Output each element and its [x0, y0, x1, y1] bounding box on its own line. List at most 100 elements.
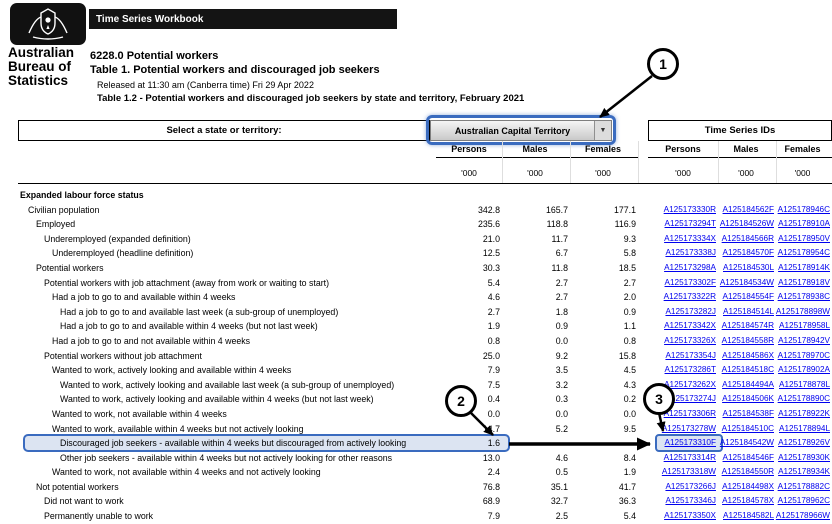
- value-males: 0.0: [555, 408, 568, 419]
- timeseries-id-link-persons[interactable]: A125173298A: [664, 261, 716, 276]
- timeseries-id-link-persons[interactable]: A125173294T: [665, 217, 716, 232]
- state-dropdown-value: Australian Capital Territory: [454, 125, 571, 136]
- timeseries-id-link-persons[interactable]: A125173354J: [665, 349, 716, 364]
- timeseries-id-link-persons[interactable]: A125173314R: [664, 451, 716, 466]
- timeseries-id-link-females[interactable]: A125178922K: [778, 407, 830, 422]
- state-dropdown[interactable]: Australian Capital Territory ▼: [430, 120, 612, 141]
- timeseries-id-link-persons[interactable]: A125173310F: [665, 436, 716, 451]
- timeseries-id-link-females[interactable]: A125178958L: [779, 319, 830, 334]
- timeseries-id-link-males[interactable]: A125184506K: [722, 392, 774, 407]
- row-label: Permanently unable to work: [44, 511, 154, 522]
- timeseries-id-link-persons[interactable]: A125173342X: [664, 319, 716, 334]
- timeseries-id-link-persons[interactable]: A125173302F: [665, 276, 716, 291]
- timeseries-id-link-persons[interactable]: A125173338J: [665, 246, 716, 261]
- value-persons: 68.9: [482, 496, 500, 507]
- timeseries-id-link-males[interactable]: A125184542W: [720, 436, 774, 451]
- value-persons: 7.9: [487, 511, 500, 522]
- timeseries-id-link-males[interactable]: A125184514L: [723, 305, 774, 320]
- timeseries-id-link-females[interactable]: A125178946C: [778, 203, 830, 218]
- catalogue-title: 6228.0 Potential workers: [90, 50, 219, 62]
- table-row: Underemployed (expanded definition) 21.0…: [0, 232, 832, 247]
- timeseries-id-link-persons[interactable]: A125173266J: [665, 480, 716, 495]
- row-label: Had a job to go to and available within …: [60, 321, 318, 332]
- timeseries-id-link-persons[interactable]: A125173346J: [665, 494, 716, 509]
- timeseries-id-link-females[interactable]: A125178914K: [778, 261, 830, 276]
- timeseries-id-link-males[interactable]: A125184530L: [723, 261, 774, 276]
- timeseries-id-link-males[interactable]: A125184574R: [722, 319, 774, 334]
- timeseries-id-link-persons[interactable]: A125173286T: [665, 363, 716, 378]
- timeseries-id-link-females[interactable]: A125178950V: [778, 232, 830, 247]
- timeseries-id-link-females[interactable]: A125178878L: [779, 378, 830, 393]
- timeseries-id-link-females[interactable]: A125178926V: [778, 436, 830, 451]
- timeseries-id-link-males[interactable]: A125184518C: [722, 363, 774, 378]
- timeseries-id-link-females[interactable]: A125178966W: [776, 509, 830, 524]
- header-underline-left: [436, 157, 638, 158]
- value-males: 35.1: [550, 481, 568, 492]
- timeseries-id-link-persons[interactable]: A125173306R: [664, 407, 716, 422]
- row-label: Wanted to work, actively looking and ava…: [60, 394, 374, 405]
- timeseries-id-link-persons[interactable]: A125173318W: [662, 465, 716, 480]
- timeseries-id-link-males[interactable]: A125184546F: [723, 451, 774, 466]
- value-persons: 0.8: [487, 335, 500, 346]
- timeseries-id-link-females[interactable]: A125178882C: [778, 480, 830, 495]
- timeseries-id-link-males[interactable]: A125184586X: [722, 349, 774, 364]
- timeseries-id-link-persons[interactable]: A125173350X: [664, 509, 716, 524]
- timeseries-id-link-males[interactable]: A125184538F: [723, 407, 774, 422]
- abs-logo-line-3: Statistics: [8, 73, 69, 88]
- timeseries-id-link-females[interactable]: A125178934K: [778, 465, 830, 480]
- gridline: [638, 141, 639, 183]
- callout-1-badge: 1: [647, 48, 679, 80]
- timeseries-id-link-females[interactable]: A125178962C: [778, 494, 830, 509]
- timeseries-id-link-persons[interactable]: A125173278W: [662, 422, 716, 437]
- timeseries-id-link-females[interactable]: A125178930K: [778, 451, 830, 466]
- timeseries-id-link-females[interactable]: A125178970C: [778, 349, 830, 364]
- timeseries-id-link-females[interactable]: A125178942V: [778, 334, 830, 349]
- row-label: Wanted to work, not available within 4 w…: [52, 467, 321, 478]
- timeseries-id-link-males[interactable]: A125184510C: [722, 422, 774, 437]
- timeseries-id-link-males[interactable]: A125184566R: [722, 232, 774, 247]
- timeseries-id-link-persons[interactable]: A125173282J: [665, 305, 716, 320]
- value-males: 11.8: [551, 262, 568, 273]
- timeseries-id-link-females[interactable]: A125178898W: [776, 305, 830, 320]
- table-row: Had a job to go to and available within …: [0, 319, 832, 334]
- timeseries-id-link-females[interactable]: A125178890C: [778, 392, 830, 407]
- timeseries-id-link-persons[interactable]: A125173326X: [664, 334, 716, 349]
- timeseries-id-link-males[interactable]: A125184558R: [722, 334, 774, 349]
- timeseries-id-link-females[interactable]: A125178902A: [778, 363, 830, 378]
- value-males: 11.7: [551, 233, 568, 244]
- dropdown-arrow-icon[interactable]: ▼: [594, 121, 611, 140]
- table-row: Wanted to work, actively looking and ava…: [0, 363, 832, 378]
- units-label: '000: [794, 168, 811, 178]
- value-males: 0.5: [555, 467, 568, 478]
- value-males: 6.7: [555, 248, 568, 259]
- timeseries-id-link-males[interactable]: A125184534W: [720, 276, 774, 291]
- column-header-persons: Persons: [451, 144, 487, 154]
- table-row: Had a job to go to and available within …: [0, 290, 832, 305]
- timeseries-id-link-males[interactable]: A125184562F: [723, 203, 774, 218]
- timeseries-id-link-males[interactable]: A125184578X: [722, 494, 774, 509]
- units-label: '000: [675, 168, 691, 178]
- release-info: Released at 11:30 am (Canberra time) Fri…: [97, 80, 314, 90]
- timeseries-id-link-females[interactable]: A125178938C: [778, 290, 830, 305]
- timeseries-id-link-females[interactable]: A125178910A: [778, 217, 830, 232]
- abs-logo: [10, 3, 86, 45]
- timeseries-id-link-females[interactable]: A125178954C: [778, 246, 830, 261]
- timeseries-id-link-persons[interactable]: A125173334X: [664, 232, 716, 247]
- timeseries-id-link-persons[interactable]: A125173322R: [664, 290, 716, 305]
- callout-2-badge: 2: [445, 385, 477, 417]
- value-males: 2.7: [555, 292, 568, 303]
- value-females: 2.0: [623, 292, 636, 303]
- timeseries-id-link-males[interactable]: A125184498X: [722, 480, 774, 495]
- timeseries-id-link-males[interactable]: A125184582L: [723, 509, 774, 524]
- value-males: 118.8: [546, 219, 568, 230]
- timeseries-id-link-males[interactable]: A125184494A: [722, 378, 774, 393]
- timeseries-id-link-females[interactable]: A125178894L: [779, 422, 830, 437]
- timeseries-id-link-males[interactable]: A125184526W: [720, 217, 774, 232]
- units-underline: [18, 183, 832, 184]
- timeseries-id-link-males[interactable]: A125184550R: [722, 465, 774, 480]
- timeseries-id-link-females[interactable]: A125178918V: [778, 276, 830, 291]
- timeseries-id-link-males[interactable]: A125184554F: [723, 290, 774, 305]
- timeseries-id-link-persons[interactable]: A125173330R: [664, 203, 716, 218]
- table-row: Had a job to go to and not available wit…: [0, 334, 832, 349]
- timeseries-id-link-males[interactable]: A125184570F: [723, 246, 774, 261]
